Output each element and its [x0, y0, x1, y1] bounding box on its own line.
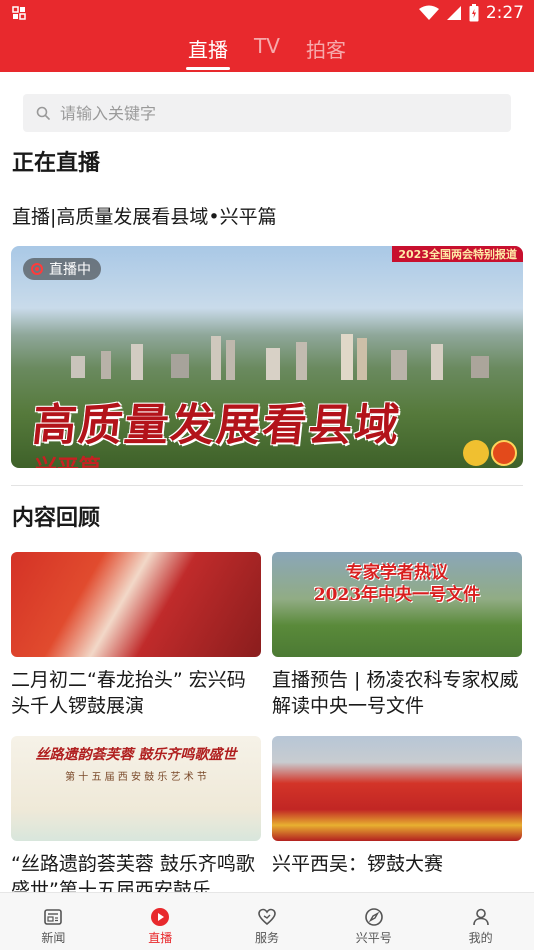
review-thumbnail: 专家学者热议 2023年中央一号文件 [272, 552, 522, 657]
live-item-title[interactable]: 直播|高质量发展看县域•兴平篇 [12, 202, 277, 229]
bottom-tab-xingping[interactable]: 兴平号 [320, 893, 427, 950]
tab-paike[interactable]: 拍客 [304, 34, 348, 63]
wifi-icon [418, 5, 439, 20]
channel-logo-icon [491, 440, 517, 466]
section-divider [11, 485, 523, 486]
special-report-tag: 2023全国两会特别报道 [392, 246, 523, 262]
status-bar: 2:27 [0, 0, 534, 28]
top-tab-bar: 直播 TV 拍客 [0, 28, 534, 72]
bottom-tab-label: 新闻 [41, 931, 66, 945]
bottom-tab-label: 直播 [148, 931, 173, 945]
play-icon [151, 908, 170, 926]
review-section-title: 内容回顾 [12, 506, 101, 531]
review-caption: 二月初二“春龙抬头” 宏兴码头千人锣鼓展演 [11, 669, 246, 717]
review-card[interactable]: 专家学者热议 2023年中央一号文件 直播预告 | 杨凌农科专家权威解读中央一号… [272, 552, 522, 719]
compass-icon [364, 908, 383, 926]
review-card[interactable]: 丝路遗韵荟芙蓉 鼓乐齐鸣歌盛世 第 十 五 届 西 安 鼓 乐 艺 术 节 “丝… [11, 736, 261, 903]
thumbnail-text: 丝路遗韵荟芙蓉 鼓乐齐鸣歌盛世 [35, 747, 237, 763]
review-card[interactable]: 二月初二“春龙抬头” 宏兴码头千人锣鼓展演 [11, 552, 261, 719]
hero-headline: 高质量发展看县域 [29, 400, 404, 451]
review-thumbnail [272, 736, 522, 841]
tab-live[interactable]: 直播 [186, 34, 231, 70]
bottom-tab-live[interactable]: 直播 [107, 893, 214, 950]
review-card[interactable]: 兴平西吴：锣鼓大赛 [272, 736, 522, 903]
bottom-tab-service[interactable]: 服务 [214, 893, 321, 950]
review-thumbnail [11, 552, 261, 657]
hero-sub-headline: 兴平篇 [35, 455, 102, 468]
search-input[interactable] [60, 103, 480, 123]
thumbnail-subtext: 第 十 五 届 西 安 鼓 乐 艺 术 节 [65, 772, 207, 783]
service-icon [258, 908, 276, 926]
live-badge-label: 直播中 [49, 262, 91, 278]
battery-icon [469, 4, 479, 22]
bottom-tab-label: 我的 [468, 931, 493, 945]
live-hero-card[interactable]: 2023全国两会特别报道 直播中 高质量发展看县域 兴平篇 [11, 246, 523, 468]
bottom-tab-news[interactable]: 新闻 [0, 893, 107, 950]
bottom-tab-label: 兴平号 [355, 931, 392, 945]
review-thumbnail: 丝路遗韵荟芙蓉 鼓乐齐鸣歌盛世 第 十 五 届 西 安 鼓 乐 艺 术 节 [11, 736, 261, 841]
status-time: 2:27 [485, 3, 524, 23]
live-section-title: 正在直播 [12, 151, 101, 176]
thumbnail-text: 专家学者热议 2023年中央一号文件 [313, 563, 481, 605]
bottom-tab-label: 服务 [254, 931, 279, 945]
live-dot-icon [31, 263, 43, 275]
news-icon [44, 909, 63, 925]
search-bar[interactable] [23, 94, 511, 132]
signal-icon [446, 6, 461, 20]
user-icon [472, 908, 489, 926]
live-badge: 直播中 [23, 258, 101, 280]
tab-tv[interactable]: TV [252, 34, 282, 58]
media-logo-icon [463, 440, 489, 466]
status-icons: 2:27 [418, 3, 524, 23]
city-skyline [71, 334, 489, 380]
search-icon [36, 106, 50, 120]
app-grid-icon [12, 6, 26, 20]
review-caption: 直播预告 | 杨凌农科专家权威解读中央一号文件 [272, 669, 519, 717]
bottom-tab-bar: 新闻 直播 服务 兴平号 我的 [0, 892, 534, 950]
bottom-tab-mine[interactable]: 我的 [427, 893, 534, 950]
